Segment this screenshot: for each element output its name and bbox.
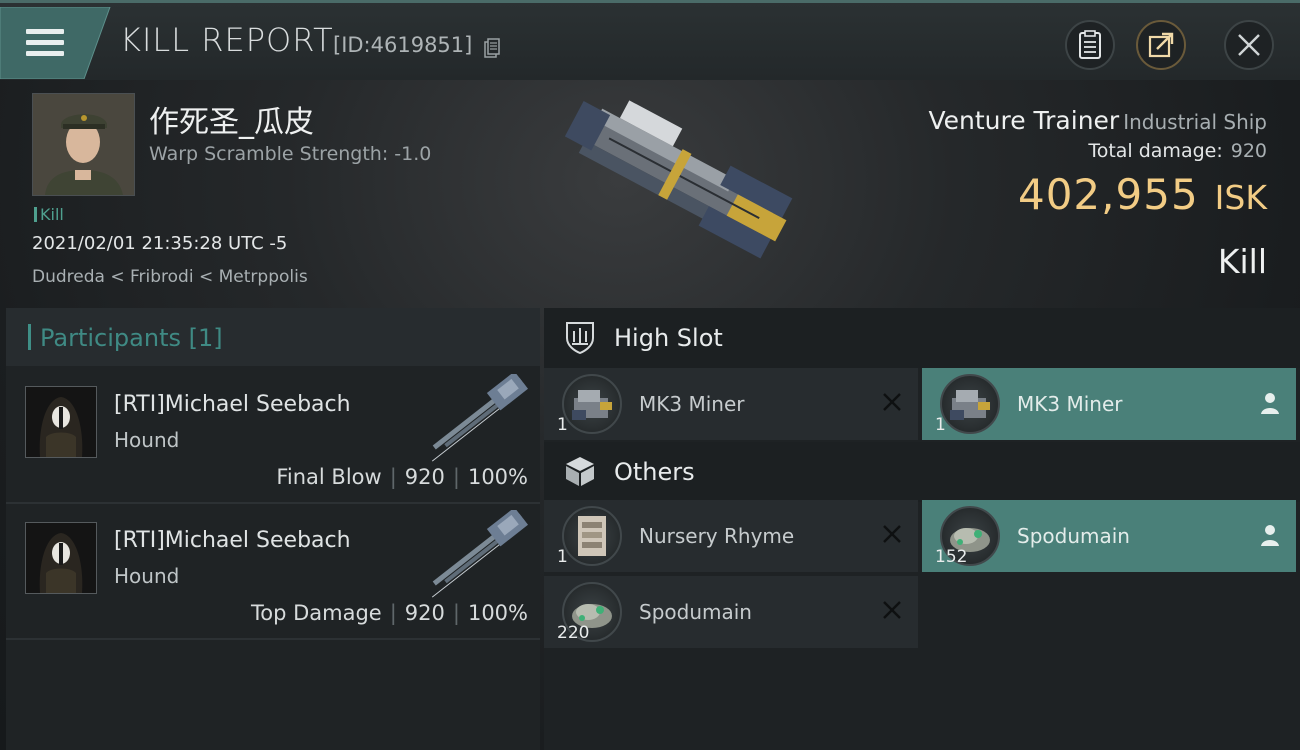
item-name: Spodumain [1017, 524, 1130, 548]
item-quantity: 1 [935, 415, 946, 435]
participant-damage: 920 [404, 601, 445, 625]
report-id: [ID:4619851] [333, 33, 473, 57]
item-quantity: 1 [557, 415, 568, 435]
ship-name-line: Venture Trainer Industrial Ship [928, 106, 1267, 135]
kill-tag-label: Kill [40, 205, 64, 224]
item-dropped[interactable]: 152 Spodumain [922, 500, 1296, 572]
copy-icon[interactable] [484, 38, 500, 58]
participants-title: Participants [1] [40, 324, 223, 352]
pilot-avatar [33, 94, 134, 195]
item-destroyed[interactable]: 1 Nursery Rhyme [544, 500, 918, 572]
header-bar: KILL REPORT [ID:4619851] [0, 0, 1300, 80]
kill-location: Dudreda < Fribrodi < Metrppolis [32, 267, 308, 287]
item-name: MK3 Miner [639, 392, 745, 416]
isk-value: 402,955 [1017, 170, 1199, 219]
kill-tag: Kill [34, 205, 64, 224]
high-slot-title: High Slot [614, 324, 723, 352]
kill-datetime: 2021/02/01 21:35:28 UTC -5 [32, 233, 288, 254]
isk-unit: ISK [1214, 178, 1267, 217]
item-name: MK3 Miner [1017, 392, 1123, 416]
others-title: Others [614, 458, 695, 486]
victim-portrait[interactable] [32, 93, 135, 196]
participant-avatar [25, 522, 97, 594]
total-damage-value: 920 [1230, 140, 1267, 162]
person-icon [1261, 393, 1279, 414]
warp-scramble-strength: Warp Scramble Strength: -1.0 [149, 143, 432, 165]
report-button[interactable] [1065, 20, 1115, 70]
item-quantity: 152 [935, 547, 968, 567]
cargo-box-icon [566, 457, 594, 486]
ship-name: Venture Trainer [928, 106, 1120, 135]
share-button[interactable] [1136, 20, 1186, 70]
blueprint-icon [578, 516, 606, 556]
participant-ship: Hound [114, 428, 180, 452]
participants-header: Participants [1] [6, 308, 540, 366]
isk-value-line: 402,955 ISK [1018, 170, 1267, 219]
participant-role: Top Damage [250, 601, 382, 625]
destroyed-icon [883, 601, 901, 619]
destroyed-icon [883, 393, 901, 411]
participant-ship-icon [431, 374, 529, 462]
participant-role: Final Blow [276, 465, 382, 489]
person-icon [1261, 525, 1279, 546]
menu-button[interactable] [0, 7, 111, 79]
participants-panel: Participants [1] [RTI]Michael Seebach Ho… [6, 308, 540, 750]
participant-ship-icon [431, 510, 529, 598]
item-icon [562, 374, 622, 434]
share-icon [1148, 32, 1174, 58]
page-title: KILL REPORT [120, 21, 334, 59]
fitting-panel: High Slot 1 MK3 Miner 1 MK3 Miner Others… [544, 308, 1300, 750]
item-icon [562, 506, 622, 566]
helmet-portrait-icon [26, 523, 96, 593]
participant-stats: Top Damage | 920 | 100% [250, 601, 528, 625]
item-quantity: 1 [557, 547, 568, 567]
helmet-portrait-icon [26, 387, 96, 457]
item-icon [940, 374, 1000, 434]
participant-name: [RTI]Michael Seebach [114, 528, 351, 553]
high-slot-icon [566, 322, 594, 354]
participant-row[interactable]: [RTI]Michael Seebach Hound Top Damage | 92… [6, 504, 540, 640]
ship-class: Industrial Ship [1123, 110, 1267, 134]
participant-damage: 920 [404, 465, 445, 489]
victim-name: 作死圣_瓜皮 [149, 105, 314, 140]
ship-image [564, 100, 793, 259]
close-button[interactable] [1224, 20, 1274, 70]
total-damage-label: Total damage: [1088, 140, 1223, 162]
participant-avatar [25, 386, 97, 458]
item-dropped[interactable]: 1 MK3 Miner [922, 368, 1296, 440]
destroyed-icon [883, 525, 901, 543]
participant-row[interactable]: [RTI]Michael Seebach Hound Final Blow | 92… [6, 368, 540, 504]
participant-percent: 100% [467, 601, 528, 625]
item-destroyed[interactable]: 1 MK3 Miner [544, 368, 918, 440]
high-slot-header: High Slot [544, 308, 1300, 368]
kill-report-screen: KILL REPORT [ID:4619851] 作死圣_瓜皮 Warp Scr… [0, 0, 1300, 750]
menu-icon [26, 29, 64, 59]
total-damage: Total damage: 920 [1088, 140, 1267, 162]
participant-ship: Hound [114, 564, 180, 588]
item-quantity: 220 [557, 623, 590, 643]
miner-module-icon [950, 390, 990, 420]
report-icon [1079, 30, 1101, 59]
result-label: Kill [1217, 242, 1267, 281]
participant-stats: Final Blow | 920 | 100% [276, 465, 528, 489]
miner-module-icon [572, 390, 612, 420]
item-name: Nursery Rhyme [639, 524, 795, 548]
others-header: Others [544, 442, 1300, 502]
participant-percent: 100% [467, 465, 528, 489]
item-name: Spodumain [639, 600, 752, 624]
participant-name: [RTI]Michael Seebach [114, 392, 351, 417]
item-destroyed[interactable]: 220 Spodumain [544, 576, 918, 648]
close-icon [1238, 34, 1260, 56]
